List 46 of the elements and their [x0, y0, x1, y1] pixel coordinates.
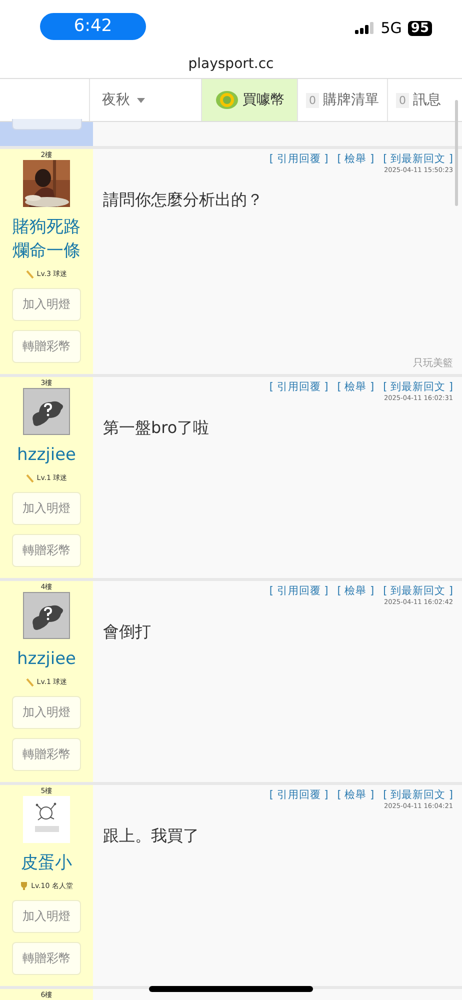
post-content: 第一盤bro了啦 [103, 418, 210, 439]
username-link[interactable]: hzzjiee [6, 647, 86, 671]
signature-text: 只玩美籃 [412, 356, 453, 370]
post-content: 會倒打 [103, 622, 152, 643]
user-action-button[interactable]: 加入明燈 [12, 288, 81, 321]
user-action-button[interactable]: 轉贈彩幣 [12, 942, 81, 975]
buy-coins-button[interactable]: 買噱幣 [202, 79, 298, 121]
avatar-placeholder-icon [23, 592, 70, 639]
post-action-link[interactable]: [ 到最新回文 ] [383, 584, 453, 598]
post-action-link[interactable]: [ 到最新回文 ] [383, 788, 453, 802]
status-time: 6:42 [40, 12, 146, 40]
user-action-button[interactable]: 加入明燈 [12, 696, 81, 729]
battery-level: 95 [408, 20, 432, 36]
post-action-link[interactable]: [ 檢舉 ] [337, 380, 374, 394]
post-action-link[interactable]: [ 到最新回文 ] [383, 152, 453, 166]
coin-icon [214, 90, 238, 110]
username-link[interactable]: 賭狗死路爛命一條 [6, 215, 86, 263]
post-action-link[interactable]: [ 引用回覆 ] [269, 788, 328, 802]
url-address[interactable]: playsport.cc [188, 56, 274, 72]
post-action-link[interactable]: [ 引用回覆 ] [269, 380, 328, 394]
signal-icon [354, 22, 375, 34]
pencil-icon [26, 678, 34, 686]
caret-icon [137, 98, 145, 102]
username-link[interactable]: 皮蛋小 [6, 851, 86, 875]
network-label: 5G [380, 19, 402, 37]
post-action-link[interactable]: [ 檢舉 ] [337, 584, 374, 598]
pencil-icon [26, 270, 34, 278]
trophy-icon [20, 882, 28, 890]
post-action-link[interactable]: [ 檢舉 ] [337, 152, 374, 166]
post-action-link[interactable]: [ 到最新回文 ] [383, 380, 453, 394]
user-action-button[interactable]: 轉贈彩幣 [12, 738, 81, 771]
user-action-button[interactable]: 加入明燈 [12, 492, 81, 525]
username-link[interactable]: hzzjiee [6, 443, 86, 467]
cut-button[interactable] [12, 119, 82, 130]
home-indicator[interactable] [149, 986, 313, 992]
post-content: 請問你怎麼分析出的？ [103, 190, 264, 211]
scrollbar[interactable] [455, 100, 458, 206]
post-action-link[interactable]: [ 引用回覆 ] [269, 584, 328, 598]
pencil-icon [26, 474, 34, 482]
user-action-button[interactable]: 加入明燈 [12, 900, 81, 933]
post-action-link[interactable]: [ 檢舉 ] [337, 788, 374, 802]
avatar-placeholder-icon [23, 388, 70, 435]
post-action-link[interactable]: [ 引用回覆 ] [269, 152, 328, 166]
post-content: 跟上。我買了 [103, 826, 200, 847]
user-action-button[interactable]: 轉贈彩幣 [12, 330, 81, 363]
user-action-button[interactable]: 轉贈彩幣 [12, 534, 81, 567]
